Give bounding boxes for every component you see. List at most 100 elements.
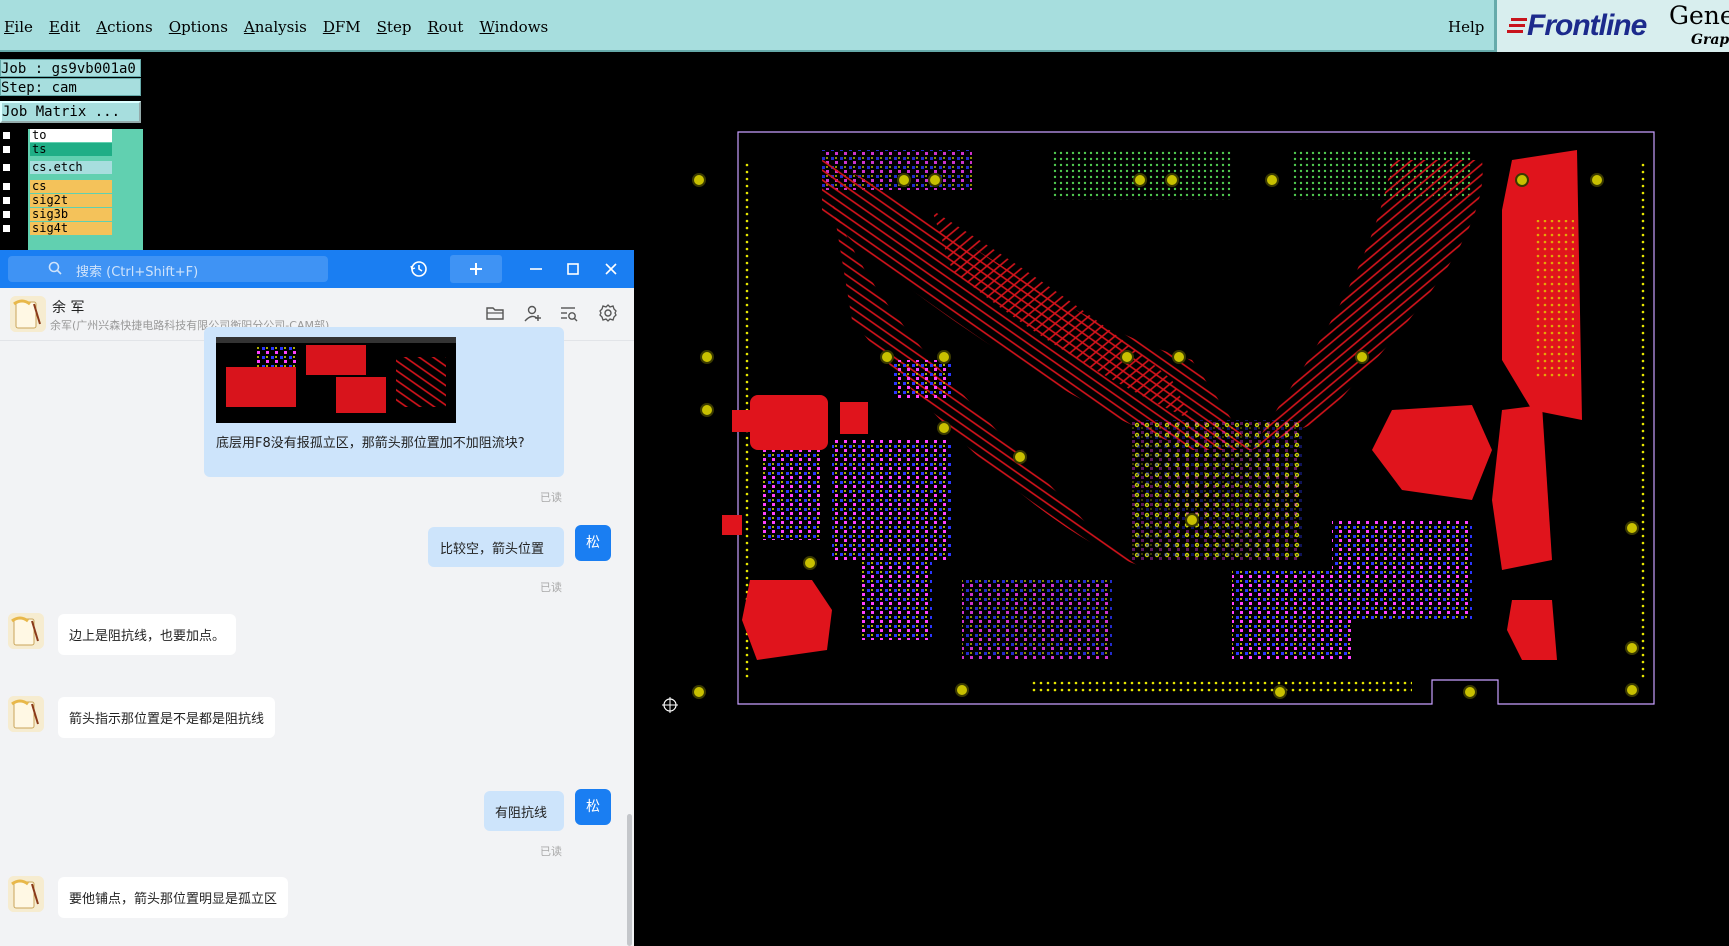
- contact-avatar[interactable]: [10, 296, 46, 332]
- menu-edit[interactable]: Edit: [49, 18, 80, 36]
- layer-name[interactable]: cs: [30, 180, 112, 193]
- layer-checkbox[interactable]: [2, 131, 11, 140]
- copper-island: [750, 395, 828, 450]
- message-bubble-me[interactable]: 有阻抗线: [484, 791, 564, 831]
- copper-pour: [1507, 600, 1557, 660]
- contact-avatar[interactable]: [8, 696, 44, 732]
- logo-stripes-icon: [1507, 18, 1527, 33]
- component-cluster: [962, 580, 1112, 660]
- menu-dfm[interactable]: DFM: [323, 18, 361, 36]
- menu-rout[interactable]: Rout: [427, 18, 463, 36]
- read-status: 已读: [540, 581, 562, 594]
- menu-actions[interactable]: Actions: [96, 18, 152, 36]
- screenshot-thumbnail[interactable]: [216, 337, 456, 423]
- menu-options[interactable]: Options: [169, 18, 228, 36]
- mounting-hole: [1625, 683, 1639, 697]
- layer-checkbox[interactable]: [2, 145, 11, 154]
- via-column: [1638, 160, 1646, 680]
- product-subtitle: Graph: [1691, 32, 1729, 48]
- search-history-icon[interactable]: [558, 302, 580, 324]
- copper-island: [742, 580, 832, 660]
- mounting-hole: [1515, 173, 1529, 187]
- mounting-hole: [1120, 350, 1134, 364]
- gear-icon[interactable]: [597, 302, 619, 324]
- layer-name[interactable]: sig3b: [30, 208, 112, 221]
- layer-row-cs[interactable]: cs: [0, 180, 115, 194]
- layer-checkbox[interactable]: [2, 196, 11, 205]
- menu-windows[interactable]: Windows: [479, 18, 548, 36]
- scroll-avatar-icon: [8, 696, 44, 732]
- contact-avatar[interactable]: [8, 876, 44, 912]
- message-bubble-them[interactable]: 箭头指示那位置是不是都是阻抗线: [58, 697, 276, 738]
- layer-row-to[interactable]: to: [0, 129, 115, 143]
- layer-name[interactable]: sig4t: [30, 222, 112, 235]
- message-bubble-them[interactable]: 要他铺点，箭头那位置明显是孤立区: [58, 877, 289, 918]
- mounting-hole: [1625, 641, 1639, 655]
- mounting-hole: [937, 421, 951, 435]
- chat-titlebar: 搜索 (Ctrl+Shift+F): [0, 250, 634, 288]
- mounting-hole: [1463, 685, 1477, 699]
- folder-icon[interactable]: [484, 302, 506, 324]
- layer-row-sig2t[interactable]: sig2t: [0, 194, 115, 208]
- layer-row-sig3b[interactable]: sig3b: [0, 208, 115, 222]
- mounting-hole: [937, 350, 951, 364]
- contact-avatar[interactable]: [8, 613, 44, 649]
- add-contact-icon[interactable]: [522, 302, 544, 324]
- mounting-hole: [1172, 350, 1186, 364]
- mounting-hole: [1013, 450, 1027, 464]
- message-text: 底层用F8没有报孤立区，那箭头那位置加不加阻流块?: [216, 436, 525, 451]
- message-bubble-them[interactable]: 边上是阻抗线，也要加点。: [58, 614, 237, 655]
- mounting-hole: [1590, 173, 1604, 187]
- mounting-hole: [700, 403, 714, 417]
- layer-row-cs-etch[interactable]: cs.etch: [0, 161, 115, 175]
- menu-help[interactable]: Help: [1448, 18, 1484, 36]
- add-button[interactable]: [450, 255, 502, 283]
- history-icon[interactable]: [405, 256, 433, 282]
- layer-checkbox[interactable]: [2, 182, 11, 191]
- chat-window: 搜索 (Ctrl+Shift+F) 余 军 余军(广州兴森快捷电路科技有限公司衡…: [0, 250, 634, 946]
- component-cluster: [762, 450, 822, 540]
- copper-pour: [1372, 405, 1492, 500]
- copper-pour: [1492, 405, 1552, 570]
- message-bubble-me[interactable]: 底层用F8没有报孤立区，那箭头那位置加不加阻流块?: [204, 327, 564, 477]
- menu-list: File Edit Actions Options Analysis DFM Step Rou…: [4, 18, 564, 36]
- menu-analysis[interactable]: Analysis: [244, 18, 307, 36]
- step-label: Step: cam: [0, 78, 141, 96]
- layer-checkbox[interactable]: [2, 210, 11, 219]
- my-avatar[interactable]: 松: [575, 789, 611, 825]
- frontline-logo: Frontline Genes Graph: [1494, 0, 1729, 52]
- job-matrix-button[interactable]: Job Matrix ...: [0, 101, 141, 123]
- component-cluster: [862, 560, 932, 640]
- layer-row-ts[interactable]: ts: [0, 143, 115, 157]
- copper-island: [722, 515, 742, 535]
- mounting-hole: [1133, 173, 1147, 187]
- message-list[interactable]: 底层用F8没有报孤立区，那箭头那位置加不加阻流块? 已读 比较空，箭头位置 松 …: [0, 327, 634, 946]
- job-panel: Job : gs9vb001a0 Step: cam Job Matrix ..…: [0, 55, 143, 305]
- mounting-hole: [692, 685, 706, 699]
- mounting-hole: [1355, 350, 1369, 364]
- layer-name[interactable]: ts: [30, 143, 112, 156]
- menu-step[interactable]: Step: [377, 18, 412, 36]
- maximize-icon[interactable]: [560, 256, 586, 282]
- message-bubble-me[interactable]: 比较空，箭头位置: [428, 527, 564, 567]
- mounting-hole: [692, 173, 706, 187]
- search-input[interactable]: 搜索 (Ctrl+Shift+F): [8, 256, 328, 282]
- layer-checkbox[interactable]: [2, 163, 11, 172]
- genesis-menubar: File Edit Actions Options Analysis DFM Step Rou…: [0, 0, 1729, 52]
- product-name: Genes: [1669, 1, 1729, 30]
- pcb-board-view[interactable]: [632, 120, 1672, 720]
- layer-name[interactable]: sig2t: [30, 194, 112, 207]
- scroll-avatar-icon: [8, 613, 44, 649]
- layer-name[interactable]: to: [30, 129, 112, 142]
- layer-name[interactable]: cs.etch: [30, 161, 112, 174]
- chat-scrollbar[interactable]: [627, 814, 632, 946]
- mounting-hole: [955, 683, 969, 697]
- minimize-icon[interactable]: [523, 256, 549, 282]
- menu-file[interactable]: File: [4, 18, 33, 36]
- job-label: Job : gs9vb001a0: [0, 59, 141, 77]
- layer-row-sig4t[interactable]: sig4t: [0, 222, 115, 236]
- mounting-hole: [897, 173, 911, 187]
- my-avatar[interactable]: 松: [575, 525, 611, 561]
- close-icon[interactable]: [598, 256, 624, 282]
- layer-checkbox[interactable]: [2, 224, 11, 233]
